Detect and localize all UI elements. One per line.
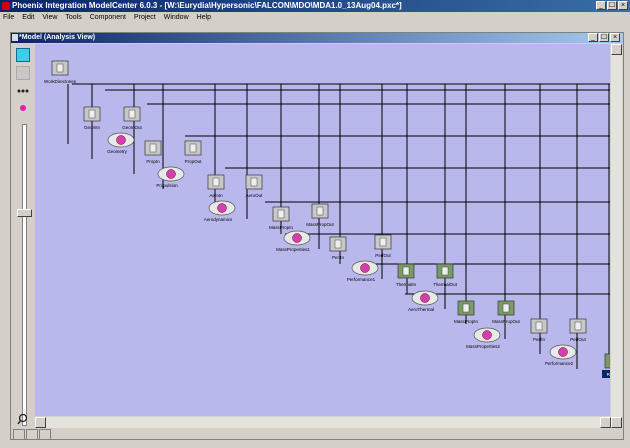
maximize-button[interactable]: ☐ xyxy=(607,1,617,10)
menu-component[interactable]: Component xyxy=(90,12,126,23)
menu-tools[interactable]: Tools xyxy=(65,12,81,23)
component-box-icon[interactable] xyxy=(402,266,410,276)
node-label[interactable]: PerfIn xyxy=(533,337,546,342)
component-box-icon[interactable] xyxy=(212,177,220,187)
select-arrow-icon[interactable] xyxy=(16,48,30,62)
node-label[interactable]: MassProperties1 xyxy=(276,247,310,252)
node-label[interactable]: MassPropOut xyxy=(306,222,334,227)
workflow-diagram[interactable]: WorkDirectories GeomIn GeomOut Geometry Prop… xyxy=(35,44,610,416)
component-box-icon[interactable] xyxy=(574,321,582,331)
component-box-icon[interactable] xyxy=(128,109,136,119)
link-icon[interactable] xyxy=(16,66,30,80)
view-toolbar xyxy=(12,44,34,429)
node-label[interactable]: WorkDirectories xyxy=(44,79,77,84)
node-label[interactable]: MassProperties2 xyxy=(466,344,500,349)
menu-help[interactable]: Help xyxy=(197,12,211,23)
node-label[interactable]: Performance2 xyxy=(545,361,574,366)
dots-icon[interactable] xyxy=(16,84,30,98)
menu-project[interactable]: Project xyxy=(134,12,156,23)
node-label[interactable]: GeomIn xyxy=(84,125,101,130)
node-label[interactable]: AeroThermal xyxy=(408,307,434,312)
menu-bar: File Edit View Tools Component Project W… xyxy=(0,12,630,23)
view-mode-icon-3[interactable] xyxy=(39,429,51,440)
node-label[interactable]: Performance1 xyxy=(347,277,376,282)
phoenix-app-icon xyxy=(2,2,10,10)
model-window-icon xyxy=(12,34,18,41)
horizontal-scrollbar[interactable] xyxy=(35,417,611,428)
node-label[interactable]: MassPropOut xyxy=(492,319,520,324)
component-box-icon[interactable] xyxy=(56,63,64,73)
view-mode-icon-1[interactable] xyxy=(13,429,25,440)
component-box-icon[interactable] xyxy=(277,209,285,219)
scroll-up-button[interactable] xyxy=(611,44,622,55)
component-box-icon[interactable] xyxy=(441,266,449,276)
model-minimize-button[interactable]: _ xyxy=(588,33,598,42)
node-label[interactable]: MassPropIn xyxy=(269,225,294,230)
node-label[interactable]: PerfOut xyxy=(375,253,391,258)
analysis-core-icon[interactable] xyxy=(292,233,302,243)
close-button[interactable]: × xyxy=(618,1,628,10)
component-box-icon[interactable] xyxy=(334,239,342,249)
node-label[interactable]: ThermalOut xyxy=(433,282,458,287)
model-window-titlebar: *Model (Analysis View) _ ☐ × xyxy=(11,33,623,43)
zoom-slider-track[interactable] xyxy=(22,124,27,426)
app-titlebar: Phoenix Integration ModelCenter 6.0.3 - … xyxy=(0,0,630,12)
component-box-icon[interactable] xyxy=(462,303,470,313)
node-label[interactable]: Propulsion xyxy=(156,183,178,188)
node-label[interactable]: MassPropIn xyxy=(454,319,479,324)
app-title: Phoenix Integration ModelCenter 6.0.3 - … xyxy=(12,1,402,10)
analysis-core-icon[interactable] xyxy=(420,293,430,303)
app-window-controls: _ ☐ × xyxy=(596,1,628,10)
component-box-icon[interactable] xyxy=(250,177,258,187)
component-box-icon[interactable] xyxy=(502,303,510,313)
zoom-icon[interactable] xyxy=(16,412,30,426)
view-mode-icon-2[interactable] xyxy=(26,429,38,440)
analysis-canvas[interactable]: WorkDirectories GeomIn GeomOut Geometry Prop… xyxy=(35,44,610,416)
component-box-icon[interactable] xyxy=(88,109,96,119)
node-label[interactable]: PerfOut xyxy=(570,337,586,342)
component-box-icon[interactable] xyxy=(316,206,324,216)
analysis-core-icon[interactable] xyxy=(116,135,126,145)
node-label[interactable]: AeroOut xyxy=(246,193,264,198)
component-box-icon[interactable] xyxy=(535,321,543,331)
scroll-down-button[interactable] xyxy=(611,417,622,428)
menu-view[interactable]: View xyxy=(42,12,57,23)
pink-marker-icon[interactable] xyxy=(16,101,30,115)
node-label[interactable]: AeroIn xyxy=(209,193,223,198)
menu-edit[interactable]: Edit xyxy=(22,12,34,23)
view-mode-buttons xyxy=(13,429,51,440)
model-close-button[interactable]: × xyxy=(610,33,620,42)
node-label[interactable]: Result xyxy=(607,372,610,377)
analysis-core-icon[interactable] xyxy=(482,330,492,340)
analysis-core-icon[interactable] xyxy=(217,203,227,213)
component-box-icon[interactable] xyxy=(379,237,387,247)
analysis-core-icon[interactable] xyxy=(166,169,176,179)
node-label[interactable]: ThermalIn xyxy=(396,282,417,287)
node-label[interactable]: PropIn xyxy=(146,159,160,164)
node-label[interactable]: Geometry xyxy=(107,149,128,154)
component-box-icon[interactable] xyxy=(189,143,197,153)
node-label[interactable]: Aerodynamics xyxy=(204,217,233,222)
component-box[interactable] xyxy=(604,353,610,369)
minimize-button[interactable]: _ xyxy=(596,1,606,10)
node-label[interactable]: GeomOut xyxy=(122,125,142,130)
model-maximize-button[interactable]: ☐ xyxy=(599,33,609,42)
component-box-icon[interactable] xyxy=(149,143,157,153)
menu-file[interactable]: File xyxy=(3,12,14,23)
zoom-slider-thumb[interactable] xyxy=(17,209,32,217)
model-analysis-window: *Model (Analysis View) _ ☐ × WorkDirecto… xyxy=(10,32,624,440)
menu-window[interactable]: Window xyxy=(164,12,189,23)
analysis-core-icon[interactable] xyxy=(360,263,370,273)
model-window-controls: _ ☐ × xyxy=(588,33,620,42)
scroll-left-button[interactable] xyxy=(35,417,46,428)
node-label[interactable]: PerfIn xyxy=(332,255,345,260)
model-window-title: *Model (Analysis View) xyxy=(19,34,96,41)
analysis-core-icon[interactable] xyxy=(558,347,568,357)
node-label[interactable]: PropOut xyxy=(185,159,203,164)
vertical-scrollbar[interactable] xyxy=(611,44,622,428)
scroll-right-button[interactable] xyxy=(600,417,611,428)
